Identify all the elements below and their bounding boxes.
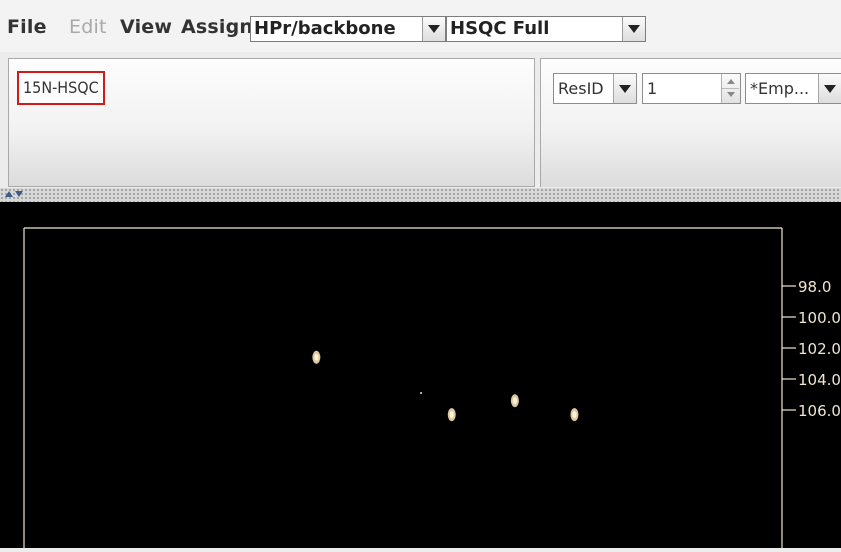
field-select[interactable]: ResID xyxy=(553,73,637,104)
peak-contour[interactable] xyxy=(510,394,519,408)
residue-type-select-value: *Emp... xyxy=(750,79,810,98)
residue-type-select[interactable]: *Emp... xyxy=(745,73,841,104)
field-select-value: ResID xyxy=(558,79,604,98)
spectrum-view-select-value: HSQC Full xyxy=(450,18,550,39)
y-axis-tick-label: 104.0 xyxy=(798,371,841,389)
chevron-down-icon[interactable] xyxy=(622,17,645,41)
spectrum-list-panel: 15N-HSQC xyxy=(8,58,535,187)
peak-contour[interactable] xyxy=(312,350,321,364)
y-axis-tick-label: 98.0 xyxy=(798,278,831,296)
menu-view[interactable]: View xyxy=(120,16,172,38)
menu-bar: File Edit View Assign HPr/backbone HSQC … xyxy=(0,0,841,52)
chevron-down-icon[interactable] xyxy=(613,74,636,103)
hsqc-spectrum-plot[interactable]: 98.0 100.0 102.0 104.0 106.0 xyxy=(0,202,841,548)
residue-number-value: 1 xyxy=(647,79,658,98)
y-axis-tick-label: 102.0 xyxy=(798,340,841,358)
spectrum-view-select[interactable]: HSQC Full xyxy=(446,16,646,42)
chevron-down-icon[interactable] xyxy=(422,17,445,41)
collapse-up-icon[interactable] xyxy=(5,191,13,197)
residue-navigator-panel: ResID 1 *Emp... xyxy=(540,58,841,187)
peak-contour[interactable] xyxy=(570,408,579,422)
project-select[interactable]: HPr/backbone xyxy=(250,16,446,42)
chevron-down-icon[interactable] xyxy=(818,74,841,103)
spectrum-label-15n-hsqc[interactable]: 15N-HSQC xyxy=(17,71,105,105)
y-axis-tick-label: 106.0 xyxy=(798,402,841,420)
project-select-value: HPr/backbone xyxy=(254,18,396,39)
menu-edit[interactable]: Edit xyxy=(69,16,107,38)
y-axis-tick-label: 100.0 xyxy=(798,309,841,327)
menu-file[interactable]: File xyxy=(7,16,47,38)
split-pane-divider[interactable] xyxy=(0,188,841,202)
menu-assign[interactable]: Assign xyxy=(181,16,253,38)
noise-speck xyxy=(420,391,423,394)
peak-contour[interactable] xyxy=(447,408,456,422)
spectrum-plot-area[interactable]: 98.0 100.0 102.0 104.0 106.0 xyxy=(0,202,841,548)
spinner-arrows-icon[interactable] xyxy=(721,74,740,103)
residue-number-spinner[interactable]: 1 xyxy=(642,73,741,104)
expand-down-icon[interactable] xyxy=(15,191,23,197)
